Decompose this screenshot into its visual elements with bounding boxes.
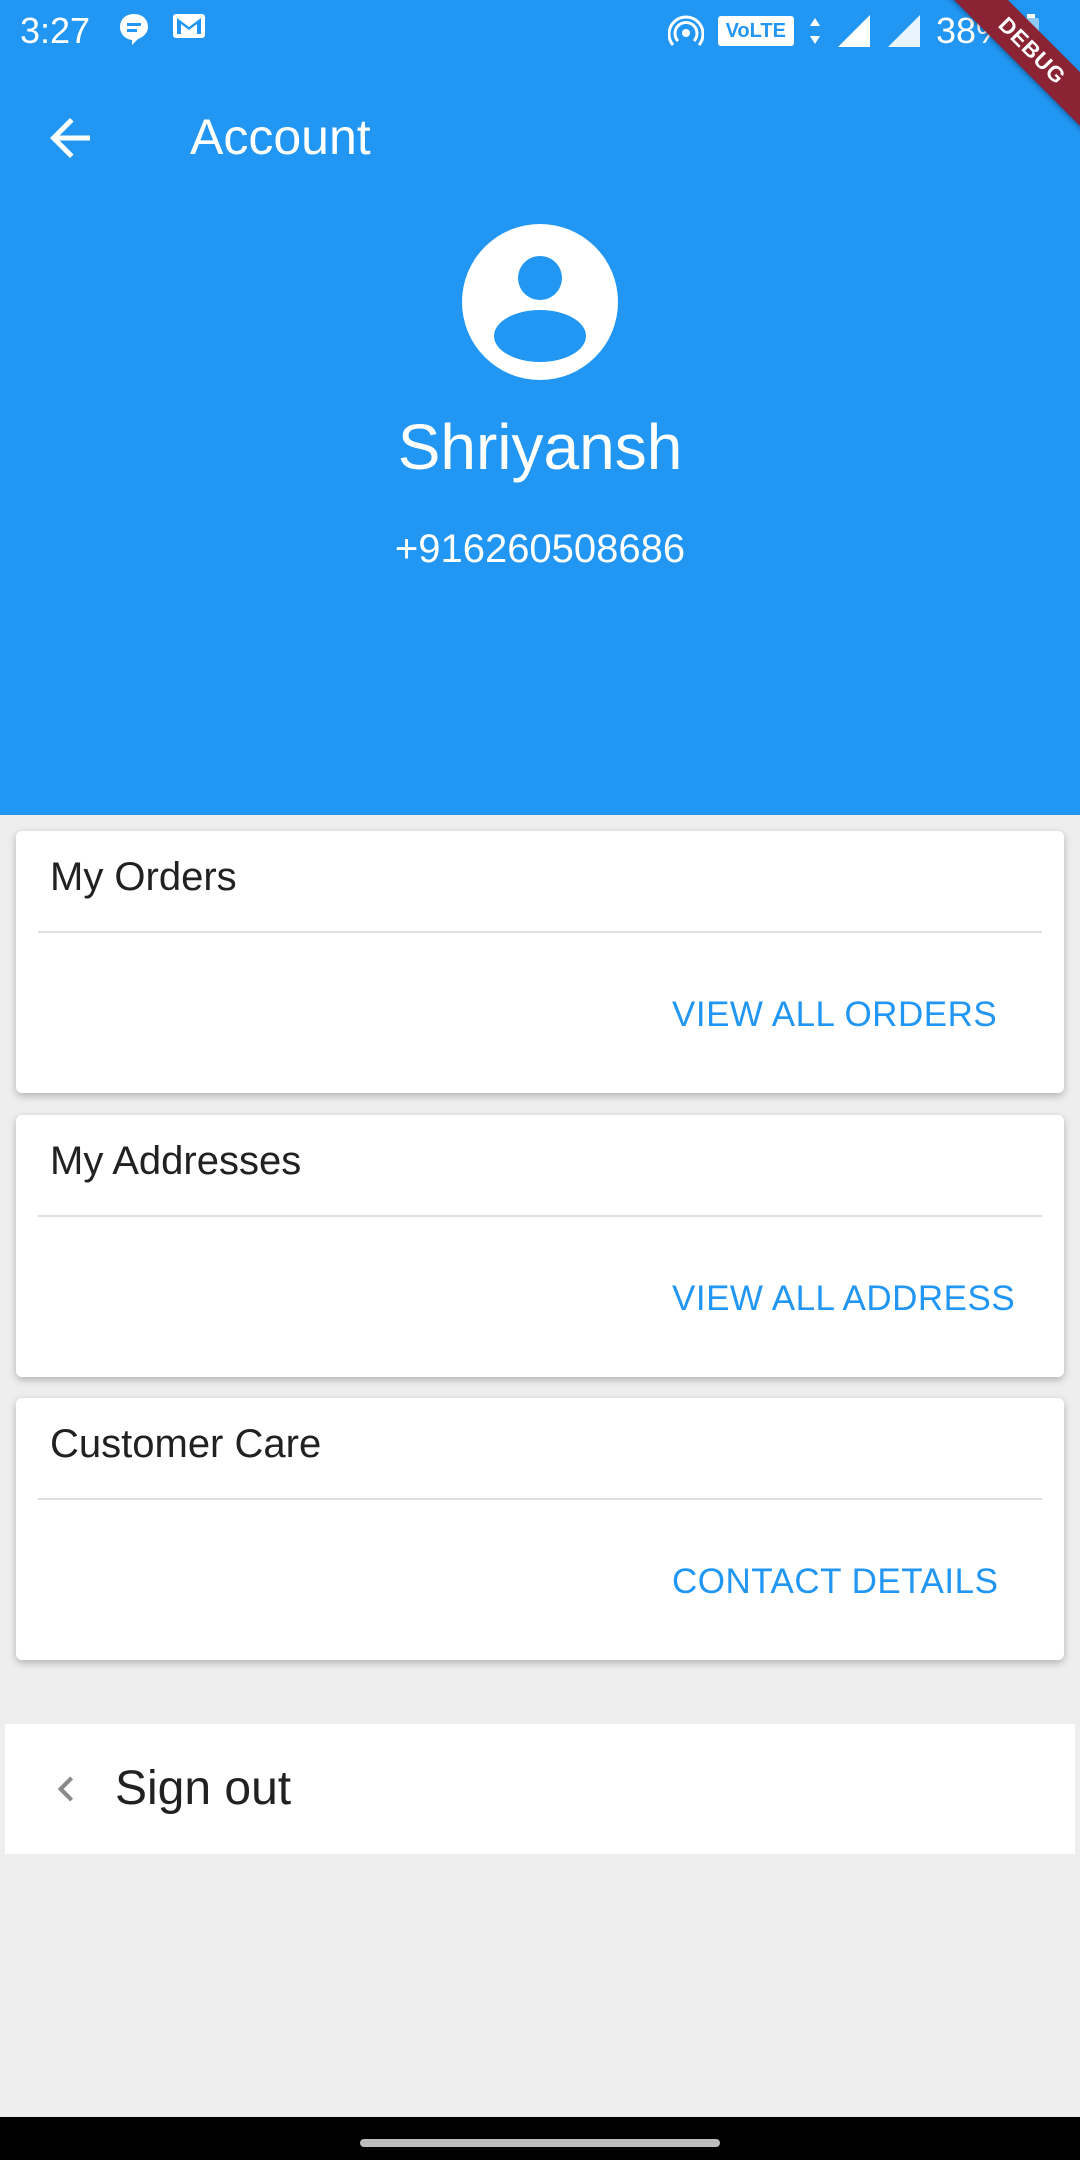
- page-title: Account: [190, 109, 371, 165]
- contact-details-button[interactable]: CONTACT DETAILS: [672, 1562, 998, 1602]
- addresses-card: My Addresses VIEW ALL ADDRESS: [16, 1115, 1064, 1377]
- app-bar: Account: [0, 62, 1080, 212]
- status-bar: 3:27 VoLTE 38%: [0, 0, 1080, 62]
- sign-out-label: Sign out: [115, 1762, 292, 1815]
- card-title: My Orders: [50, 855, 237, 899]
- card-title: My Addresses: [50, 1139, 302, 1183]
- orders-card: My Orders VIEW ALL ORDERS: [16, 831, 1064, 1093]
- sign-out-button[interactable]: Sign out: [5, 1724, 1075, 1854]
- customer-care-card: Customer Care CONTACT DETAILS: [16, 1398, 1064, 1660]
- signal-icon: [837, 15, 870, 47]
- signal-icon: [887, 15, 920, 47]
- view-all-orders-button[interactable]: VIEW ALL ORDERS: [672, 995, 997, 1035]
- hotspot-icon: [667, 15, 704, 46]
- profile-phone: +916260508686: [394, 527, 686, 571]
- card-title: Customer Care: [50, 1422, 322, 1466]
- account-circle-icon: [462, 224, 618, 380]
- data-arrows-icon: [809, 18, 820, 44]
- system-nav-bar: [0, 2117, 1080, 2160]
- divider: [38, 1498, 1042, 1500]
- chevron-left-icon: [57, 1776, 74, 1802]
- divider: [38, 1215, 1042, 1217]
- arrow-back-icon[interactable]: [40, 108, 100, 168]
- view-all-address-button[interactable]: VIEW ALL ADDRESS: [672, 1279, 1015, 1319]
- profile-name: Shriyansh: [397, 411, 683, 483]
- account-header: 3:27 VoLTE 38% DEBUG Account Shriyansh +…: [0, 0, 1080, 815]
- notification-icons: [118, 12, 206, 46]
- divider: [38, 931, 1042, 933]
- home-gesture-handle[interactable]: [360, 2139, 720, 2147]
- gmail-icon: [173, 14, 205, 38]
- chat-icon: [120, 14, 148, 45]
- status-time: 3:27: [20, 10, 91, 51]
- volte-icon: VoLTE: [717, 16, 794, 46]
